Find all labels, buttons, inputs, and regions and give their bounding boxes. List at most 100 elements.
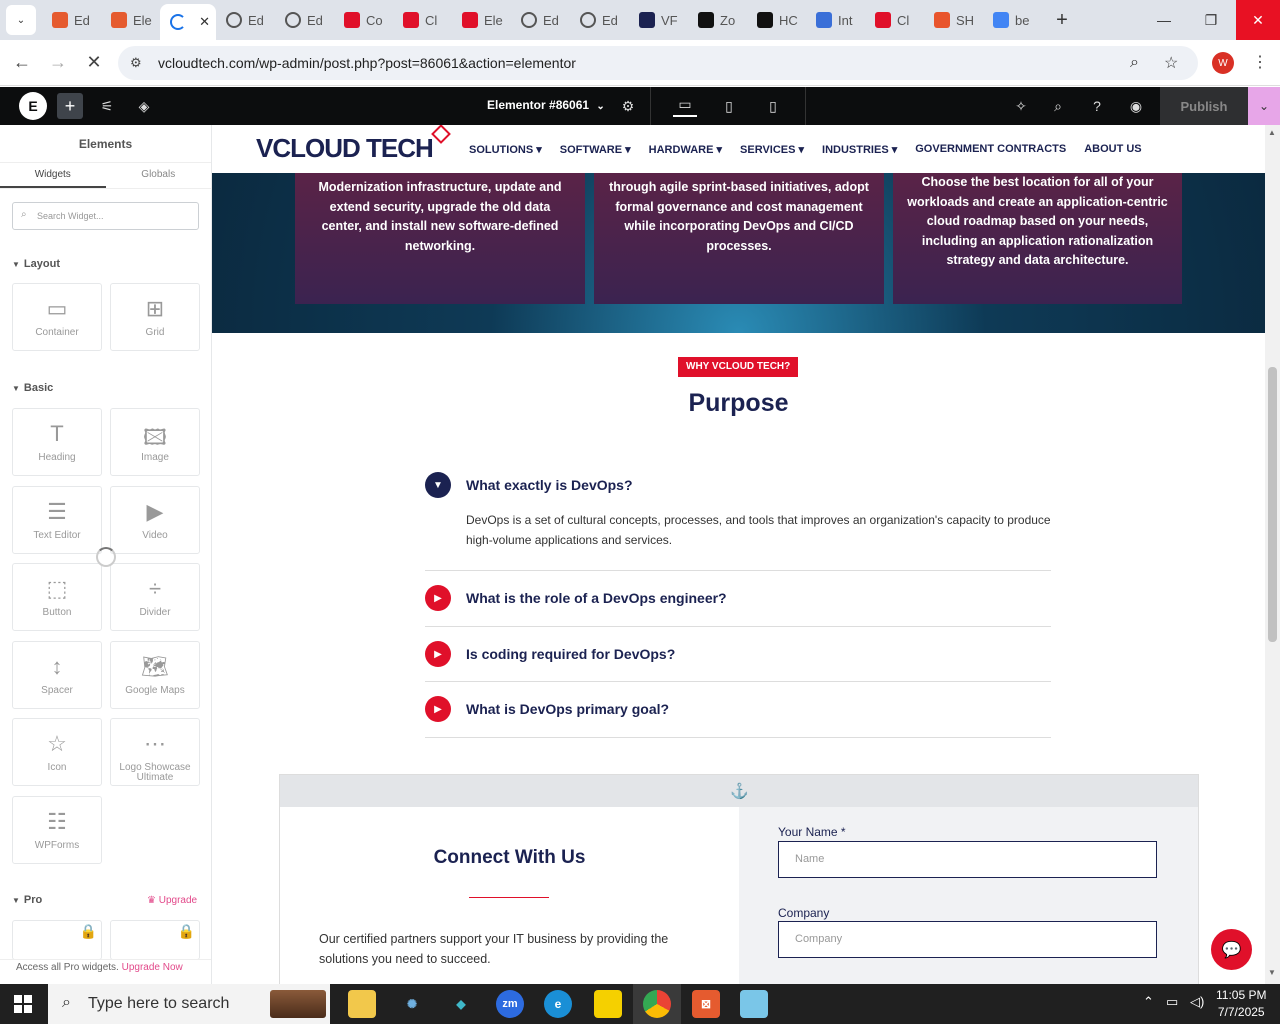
xampp-icon[interactable]: ⊠ — [692, 990, 720, 1018]
network-icon[interactable]: ▭ — [1166, 994, 1178, 1010]
zoom-app-icon[interactable]: zm — [496, 990, 524, 1018]
preview-eye-icon[interactable]: ◉ — [1124, 94, 1148, 118]
site-menu-item[interactable]: INDUSTRIES ▾ — [822, 143, 897, 156]
site-logo[interactable]: VCLOUD TECH — [256, 125, 451, 164]
widget-spacer[interactable]: ↕ Spacer — [12, 640, 102, 709]
browser-tab[interactable]: Ed — [511, 4, 570, 36]
system-clock[interactable]: 11:05 PM 7/7/2025 — [1216, 987, 1266, 1021]
browser-tab[interactable]: Cl — [865, 4, 924, 36]
section-pro[interactable]: ▼ Pro — [12, 894, 42, 906]
pro-widget-locked[interactable]: 🔒 — [110, 920, 200, 960]
site-info-icon[interactable]: ⚙ — [130, 55, 146, 71]
browser-tab[interactable]: SH — [924, 4, 983, 36]
address-bar[interactable]: ⚙ vcloudtech.com/wp-admin/post.php?post=… — [118, 46, 1198, 80]
edge-browser-icon[interactable]: e — [544, 990, 572, 1018]
faq-question[interactable]: What exactly is DevOps? — [466, 477, 633, 493]
url-text[interactable]: vcloudtech.com/wp-admin/post.php?post=86… — [158, 55, 576, 71]
add-element-button[interactable]: + — [57, 93, 83, 119]
chat-bubble-icon[interactable]: 💬 — [1211, 929, 1252, 970]
chevron-right-icon[interactable]: ▶ — [425, 585, 451, 611]
widget-search-input[interactable]: ⌕ Search Widget... — [12, 202, 199, 230]
site-menu-item[interactable]: SERVICES ▾ — [740, 143, 804, 156]
finder-search-icon[interactable]: ⌕ — [1046, 94, 1070, 118]
tray-chevron-up-icon[interactable]: ⌃ — [1143, 994, 1154, 1010]
widget-container[interactable]: ▭ Container — [12, 283, 102, 351]
restore-icon[interactable]: ❐ — [1188, 0, 1234, 40]
chevron-right-icon[interactable]: ▶ — [425, 696, 451, 722]
browser-tab[interactable]: Int — [806, 4, 865, 36]
tablet-icon[interactable]: ▯ — [717, 94, 741, 118]
browser-tab[interactable]: Ed — [42, 4, 101, 36]
widget-wpforms[interactable]: ☷ WPForms — [12, 795, 102, 864]
browser-tab[interactable]: be — [983, 4, 1042, 36]
forward-icon[interactable]: → — [40, 52, 76, 73]
tab-search-chevron-icon[interactable]: ⌄ — [6, 5, 36, 35]
browser-tab[interactable]: Ed — [275, 4, 334, 36]
widget-icon[interactable]: ☆ Icon — [12, 718, 102, 786]
browser-tab[interactable]: VF — [629, 4, 688, 36]
widget-button[interactable]: ⬚ Button — [12, 563, 102, 631]
site-menu-item[interactable]: ABOUT US — [1084, 143, 1141, 156]
site-menu-item[interactable]: SOFTWARE ▾ — [560, 143, 631, 156]
scrollbar-thumb[interactable] — [1268, 367, 1277, 642]
browser-menu-icon[interactable]: ⋮ — [1252, 52, 1268, 72]
browser-tab[interactable]: Ele — [452, 4, 511, 36]
upgrade-now-link[interactable]: Upgrade Now — [122, 962, 183, 973]
chrome-icon[interactable] — [643, 990, 671, 1018]
browser-tab[interactable]: Zo — [688, 4, 747, 36]
minimize-icon[interactable]: — — [1141, 0, 1187, 40]
site-settings-icon[interactable]: ⚟ — [95, 94, 119, 118]
notepad-app-icon[interactable] — [740, 990, 768, 1018]
chevron-down-icon[interactable]: ▼ — [425, 472, 451, 498]
close-tab-icon[interactable]: ✕ — [199, 14, 210, 30]
company-input[interactable]: Company — [778, 921, 1157, 958]
browser-tab[interactable]: Ele — [101, 4, 160, 36]
publish-options-chevron-icon[interactable]: ⌄ — [1248, 87, 1280, 125]
pro-widget-locked[interactable]: 🔒 — [12, 920, 102, 960]
widget-video[interactable]: ▶ Video — [110, 485, 200, 554]
name-input[interactable]: Name — [778, 841, 1157, 878]
desktop-icon[interactable]: ▭ — [673, 93, 697, 117]
canvas-scrollbar[interactable]: ▲ ▼ — [1265, 125, 1280, 984]
profile-avatar[interactable]: W — [1212, 52, 1234, 74]
new-tab-button[interactable]: + — [1048, 9, 1076, 32]
page-settings-icon[interactable]: ⚙ — [616, 94, 640, 118]
site-menu-item[interactable]: GOVERNMENT CONTRACTS — [915, 143, 1066, 156]
back-icon[interactable]: ← — [4, 52, 40, 73]
faq-question[interactable]: Is coding required for DevOps? — [466, 646, 675, 662]
browser-tab[interactable]: HC — [747, 4, 806, 36]
close-window-icon[interactable]: ✕ — [1236, 0, 1280, 40]
browser-tab[interactable]: Ed — [216, 4, 275, 36]
document-title[interactable]: Elementor #86061 ⌄ — [487, 98, 605, 112]
chevron-right-icon[interactable]: ▶ — [425, 641, 451, 667]
windows-start-icon[interactable] — [14, 995, 32, 1013]
sticky-notes-icon[interactable] — [594, 990, 622, 1018]
browser-tab[interactable]: ✕ — [160, 4, 216, 40]
widget-heading[interactable]: T Heading — [12, 408, 102, 476]
notes-icon[interactable]: ✧ — [1009, 94, 1033, 118]
bookmark-star-icon[interactable]: ☆ — [1164, 53, 1178, 73]
browser-tab[interactable]: Cl — [393, 4, 452, 36]
widget-google-maps[interactable]: 🗺 Google Maps — [110, 640, 200, 709]
tab-globals[interactable]: Globals — [106, 163, 212, 188]
section-layout[interactable]: ▼ Layout — [12, 258, 60, 270]
widget-image[interactable]: 🖾 Image — [110, 408, 200, 476]
blue-gem-app-icon[interactable]: ◆ — [447, 990, 475, 1018]
widget-text-editor[interactable]: ☰ Text Editor — [12, 485, 102, 554]
volume-icon[interactable]: ◁) — [1190, 994, 1204, 1010]
section-basic[interactable]: ▼ Basic — [12, 382, 53, 394]
elementor-logo-icon[interactable]: E — [19, 92, 47, 120]
mobile-icon[interactable]: ▯ — [761, 94, 785, 118]
zoom-icon[interactable]: ⌕ — [1130, 54, 1139, 72]
browser-tab[interactable]: Ed — [570, 4, 629, 36]
tool-app-icon[interactable]: ✺ — [398, 990, 426, 1018]
widget-grid[interactable]: ⊞ Grid — [110, 283, 200, 351]
scroll-down-icon[interactable]: ▼ — [1268, 968, 1276, 977]
help-icon[interactable]: ? — [1085, 94, 1109, 118]
faq-question[interactable]: What is the role of a DevOps engineer? — [466, 590, 727, 606]
publish-button[interactable]: Publish — [1160, 87, 1248, 125]
upgrade-link[interactable]: ♛ Upgrade — [147, 895, 197, 906]
site-menu-item[interactable]: SOLUTIONS ▾ — [469, 143, 542, 156]
scroll-up-icon[interactable]: ▲ — [1268, 128, 1276, 137]
cake-widget-icon[interactable] — [270, 990, 326, 1018]
